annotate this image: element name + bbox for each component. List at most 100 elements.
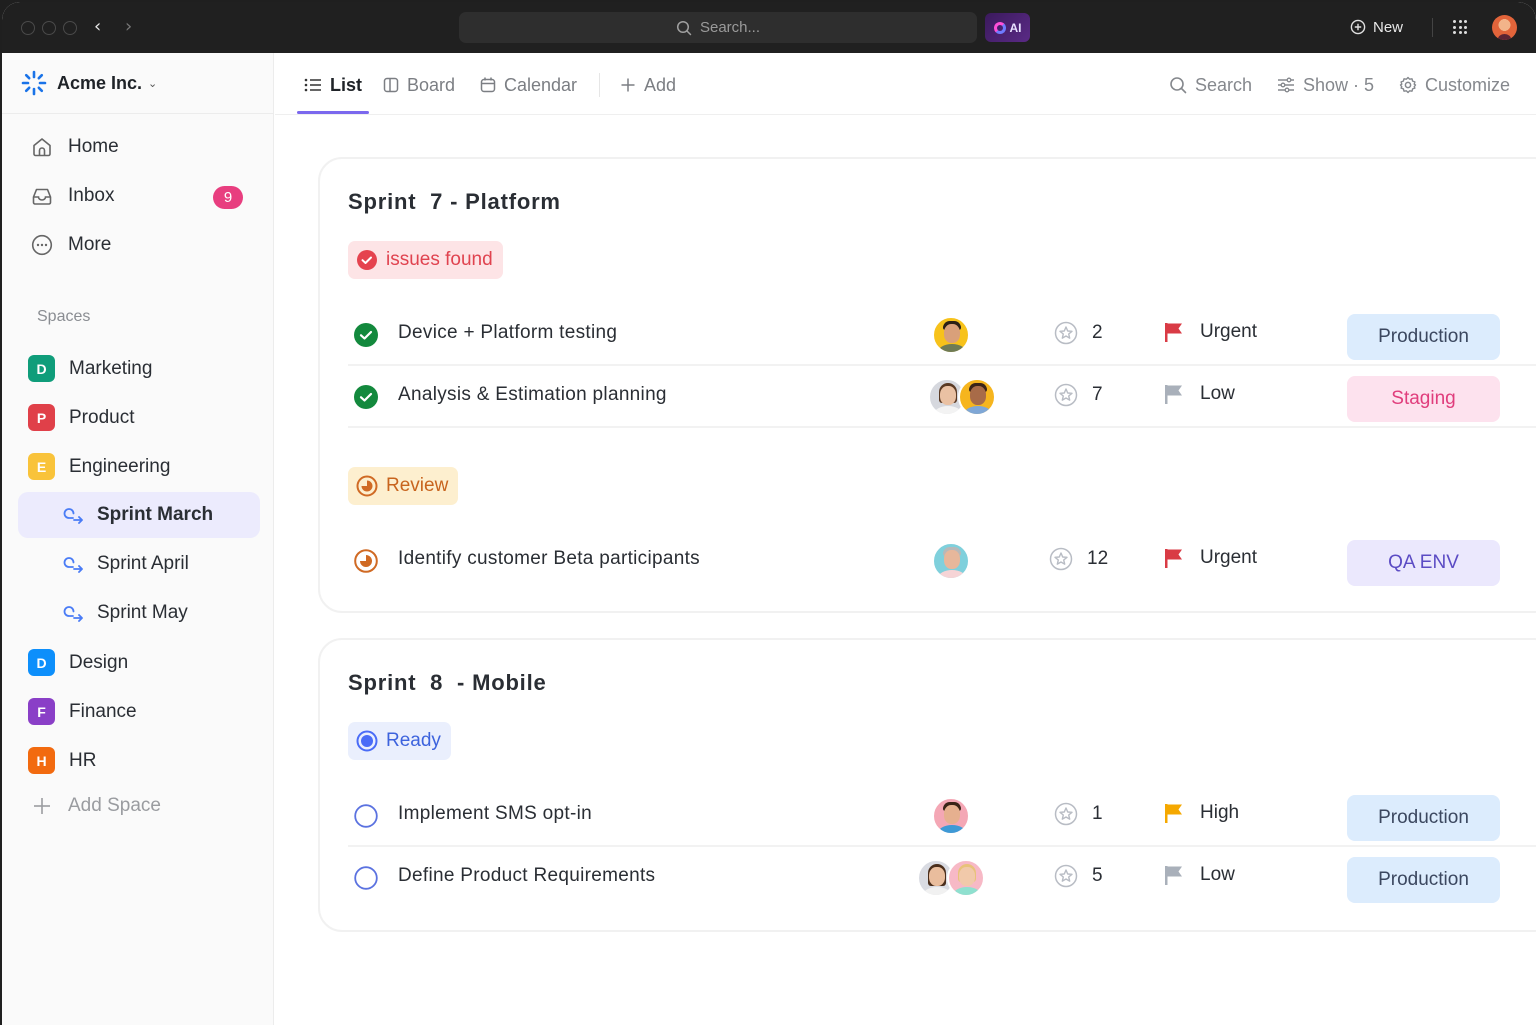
assignees[interactable] (928, 378, 996, 416)
story-points[interactable]: 1 (1054, 802, 1103, 826)
story-points[interactable]: 2 (1054, 321, 1103, 345)
window-controls (21, 21, 77, 35)
story-points[interactable]: 5 (1054, 864, 1103, 888)
assignee-avatar (958, 378, 996, 416)
customize-button[interactable]: Customize (1399, 72, 1510, 98)
back-arrow-icon[interactable]: ‹ (94, 15, 101, 39)
story-points[interactable]: 7 (1054, 383, 1103, 407)
space-marketing[interactable]: D Marketing (28, 355, 152, 382)
close-window-button[interactable] (21, 21, 35, 35)
space-avatar: D (28, 649, 55, 676)
sprint-icon (63, 557, 83, 573)
task-name[interactable]: Analysis & Estimation planning (398, 384, 667, 406)
tab-label: List (330, 74, 363, 95)
maximize-window-button[interactable] (63, 21, 77, 35)
review-status-icon[interactable] (354, 549, 378, 573)
task-row[interactable]: Implement SMS opt-in 1 High Production (348, 785, 1536, 847)
task-row[interactable]: Device + Platform testing 2 Urgent Produ… (348, 304, 1536, 366)
priority[interactable]: Low (1163, 864, 1235, 886)
priority[interactable]: High (1163, 802, 1239, 824)
tab-list[interactable]: List (304, 72, 362, 98)
board-icon (383, 77, 399, 93)
search-icon (1170, 77, 1187, 94)
task-name[interactable]: Define Product Requirements (398, 865, 655, 887)
assignees[interactable] (917, 859, 985, 897)
sidebar-item-label: More (68, 234, 112, 255)
more-icon (30, 233, 54, 257)
sprint-item-may[interactable]: Sprint May (18, 590, 260, 636)
done-check-icon[interactable] (354, 323, 378, 347)
task-name[interactable]: Device + Platform testing (398, 322, 617, 344)
space-product[interactable]: P Product (28, 404, 134, 431)
assignees[interactable] (932, 797, 970, 835)
view-toolbar: List Board Calendar Add Search Show · 5 … (275, 53, 1536, 115)
star-circle-icon (1054, 383, 1078, 407)
add-space-label: Add Space (68, 795, 161, 816)
workspace-switcher[interactable]: Acme Inc. ⌄ (2, 53, 274, 114)
chevron-down-icon: ⌄ (148, 77, 158, 90)
star-circle-icon (1049, 547, 1073, 571)
sprint-item-march[interactable]: Sprint March (18, 492, 260, 538)
points-value: 2 (1092, 322, 1103, 343)
show-label: Show · 5 (1303, 74, 1375, 95)
show-columns-button[interactable]: Show · 5 (1277, 72, 1374, 98)
new-button[interactable]: New (1350, 15, 1403, 39)
priority[interactable]: Low (1163, 383, 1235, 405)
ai-button[interactable]: AI (985, 13, 1030, 42)
user-avatar[interactable] (1492, 15, 1517, 40)
todo-status-icon[interactable] (354, 866, 378, 890)
customize-label: Customize (1425, 74, 1511, 95)
add-space-button[interactable]: Add Space (32, 795, 161, 817)
divider (1432, 18, 1433, 37)
search-tasks-button[interactable]: Search (1169, 72, 1252, 98)
workspace-name: Acme Inc. (57, 72, 143, 93)
forward-arrow-icon[interactable]: › (125, 15, 132, 39)
sidebar-item-more[interactable]: More (30, 233, 111, 257)
priority[interactable]: Urgent (1163, 547, 1257, 569)
task-row[interactable]: Identify customer Beta participants 12 U… (348, 530, 1536, 592)
space-engineering[interactable]: E Engineering (28, 453, 170, 480)
tab-label: Calendar (504, 74, 578, 95)
divider (599, 73, 600, 97)
space-avatar: P (28, 404, 55, 431)
env-tag[interactable]: Production (1347, 795, 1500, 841)
env-tag[interactable]: Staging (1347, 376, 1500, 422)
status-group-ready[interactable]: Ready (348, 722, 451, 760)
task-row[interactable]: Define Product Requirements 5 Low Produc… (348, 847, 1536, 909)
priority[interactable]: Urgent (1163, 321, 1257, 343)
status-label: issues found (386, 249, 493, 270)
space-finance[interactable]: F Finance (28, 698, 137, 725)
task-row[interactable]: Analysis & Estimation planning 7 Low Sta… (348, 366, 1536, 428)
task-name[interactable]: Identify customer Beta participants (398, 548, 700, 570)
env-tag[interactable]: QA ENV (1347, 540, 1500, 586)
done-check-icon[interactable] (354, 385, 378, 409)
global-search-input[interactable]: Search... (459, 12, 977, 43)
sidebar-item-inbox[interactable]: Inbox (30, 184, 114, 208)
task-name[interactable]: Implement SMS opt-in (398, 803, 592, 825)
priority-label: Low (1200, 383, 1235, 404)
env-tag[interactable]: Production (1347, 857, 1500, 903)
sprint-item-april[interactable]: Sprint April (18, 541, 260, 587)
tab-board[interactable]: Board (383, 72, 455, 98)
priority-label: Urgent (1200, 547, 1258, 568)
add-view-button[interactable]: Add (620, 72, 676, 98)
assignees[interactable] (932, 316, 970, 354)
star-circle-icon (1054, 864, 1078, 888)
env-tag[interactable]: Production (1347, 314, 1500, 360)
apps-grid-icon[interactable] (1453, 20, 1467, 34)
minimize-window-button[interactable] (42, 21, 56, 35)
flag-low-icon (1165, 385, 1182, 404)
status-group-issues-found[interactable]: issues found (348, 241, 503, 279)
tab-calendar[interactable]: Calendar (480, 72, 577, 98)
main-content: List Board Calendar Add Search Show · 5 … (275, 53, 1536, 1025)
space-avatar: H (28, 747, 55, 774)
space-hr[interactable]: H HR (28, 747, 96, 774)
todo-status-icon[interactable] (354, 804, 378, 828)
space-design[interactable]: D Design (28, 649, 128, 676)
sidebar-item-home[interactable]: Home (30, 135, 119, 159)
plus-icon (621, 78, 635, 92)
story-points[interactable]: 12 (1049, 547, 1108, 571)
status-group-review[interactable]: Review (348, 467, 459, 505)
points-value: 7 (1092, 384, 1103, 405)
assignees[interactable] (932, 542, 970, 580)
